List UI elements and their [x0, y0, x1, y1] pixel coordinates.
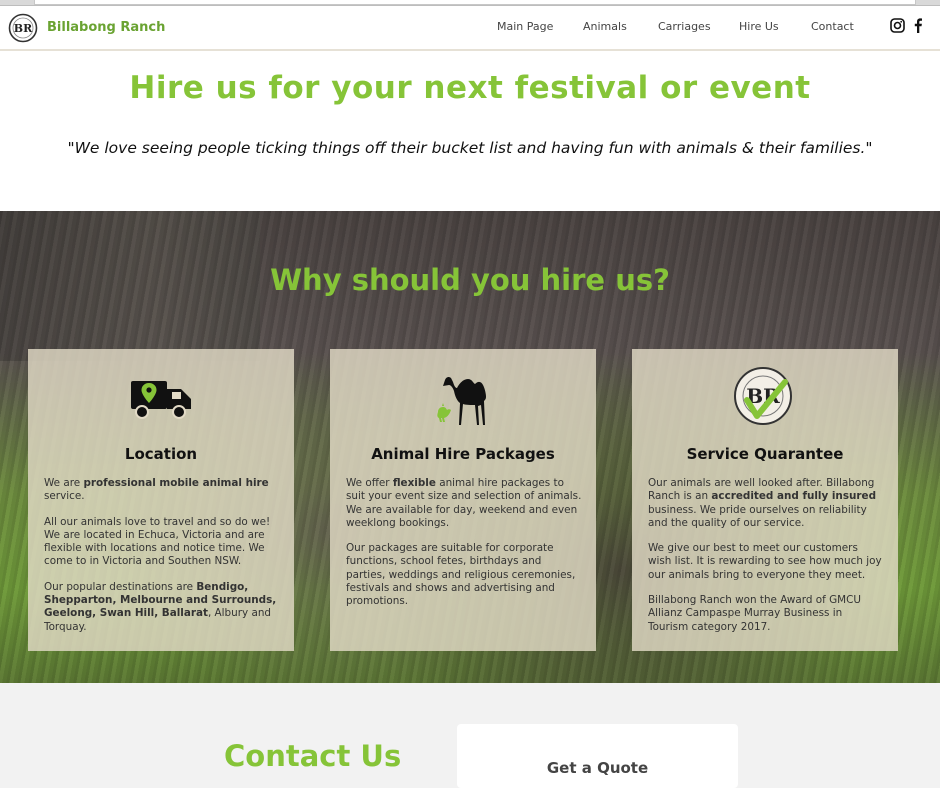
- card-text: We offer flexible animal hire packages t…: [346, 477, 582, 608]
- card-icon-wrap: [330, 363, 596, 435]
- site-header: BR Billabong Ranch Main Page Animals Car…: [0, 6, 940, 51]
- hero-quote: "We love seeing people ticking things of…: [67, 139, 873, 157]
- get-a-quote-card[interactable]: Get a Quote: [457, 724, 738, 788]
- nav-carriages[interactable]: Carriages: [658, 20, 711, 33]
- card-text: Our animals are well looked after. Billa…: [648, 477, 882, 633]
- hero-title: Hire us for your next festival or event: [129, 70, 811, 106]
- card-icon-wrap: [28, 363, 294, 435]
- card-animal-hire-packages: Animal Hire Packages We offer flexible a…: [330, 349, 596, 651]
- billabong-logo-icon[interactable]: BR: [8, 13, 38, 43]
- nav-hire-us[interactable]: Hire Us: [739, 20, 779, 33]
- card-service-guarantee: BR Service Quarantee Our animals are wel…: [632, 349, 898, 651]
- card-text: We are professional mobile animal hire s…: [44, 477, 277, 633]
- truck-location-icon: [131, 381, 191, 419]
- nav-animals[interactable]: Animals: [583, 20, 627, 33]
- logo-letters: BR: [14, 22, 33, 35]
- card-icon-wrap: BR: [632, 363, 898, 435]
- card-title: Location: [124, 445, 198, 463]
- card-title: Service Quarantee: [686, 445, 844, 463]
- get-a-quote-title: Get a Quote: [546, 759, 649, 777]
- contact-title: Contact Us: [224, 739, 402, 773]
- card-location: Location We are professional mobile anim…: [28, 349, 294, 651]
- camel-chicken-icon: [437, 376, 486, 425]
- why-title: Why should you hire us?: [270, 263, 670, 297]
- br-badge-check-icon: BR: [734, 367, 792, 425]
- facebook-icon[interactable]: [913, 18, 923, 33]
- card-title: Animal Hire Packages: [371, 445, 555, 463]
- instagram-icon[interactable]: [890, 18, 905, 33]
- nav-contact[interactable]: Contact: [811, 20, 854, 33]
- brand-name[interactable]: Billabong Ranch: [47, 20, 165, 35]
- nav-main-page[interactable]: Main Page: [497, 20, 553, 33]
- address-bar[interactable]: [34, 0, 916, 5]
